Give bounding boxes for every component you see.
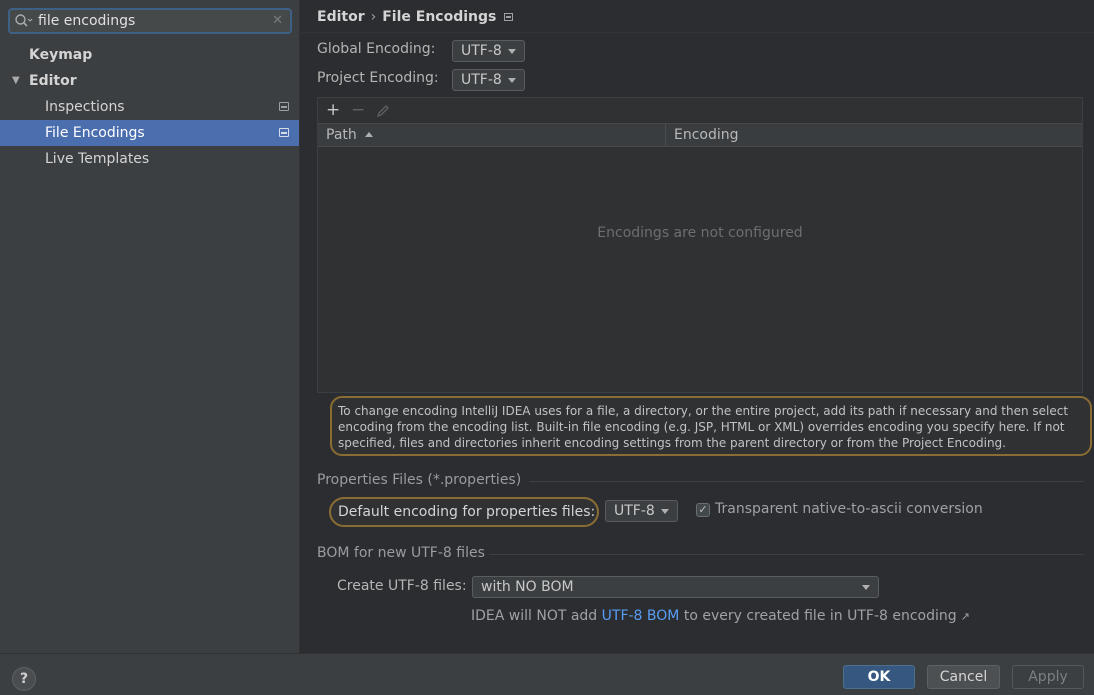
breadcrumb: Editor › File Encodings <box>317 7 514 27</box>
table-header: Path Encoding <box>318 123 1082 147</box>
sidebar-item-label: Keymap <box>29 47 93 63</box>
header-divider <box>301 32 1094 33</box>
group-divider <box>489 554 1084 555</box>
project-settings-icon <box>279 128 289 137</box>
chevron-down-icon <box>508 49 516 54</box>
chevron-down-icon <box>508 78 516 83</box>
column-header-label: Encoding <box>674 127 739 143</box>
sidebar-item-live-templates[interactable]: Live Templates <box>0 146 299 172</box>
breadcrumb-parent[interactable]: Editor <box>317 9 365 25</box>
settings-content: Editor › File Encodings Global Encoding: U… <box>301 0 1094 653</box>
utf8-bom-link[interactable]: UTF-8 BOM <box>602 608 680 624</box>
column-header-path[interactable]: Path <box>318 124 666 146</box>
bom-group-title: BOM for new UTF-8 files <box>317 545 485 561</box>
chevron-down-icon <box>862 585 870 590</box>
help-button[interactable]: ? <box>12 667 36 691</box>
encoding-info-text: To change encoding IntelliJ IDEA uses fo… <box>330 396 1092 456</box>
settings-sidebar: ✕ Keymap ▼ Editor Inspections File Encod… <box>0 0 300 653</box>
native-to-ascii-checkbox[interactable]: ✓ <box>696 503 710 517</box>
edit-icon[interactable] <box>376 103 390 123</box>
sidebar-item-inspections[interactable]: Inspections <box>0 94 299 120</box>
search-icon[interactable] <box>14 13 34 29</box>
properties-group-title: Properties Files (*.properties) <box>317 472 522 488</box>
properties-encoding-value: UTF-8 <box>614 503 655 519</box>
project-settings-icon <box>504 13 514 21</box>
sidebar-item-file-encodings[interactable]: File Encodings <box>0 120 299 146</box>
table-empty-text: Encodings are not configured <box>597 225 803 241</box>
properties-encoding-select[interactable]: UTF-8 <box>605 500 678 522</box>
search-input[interactable] <box>38 12 268 30</box>
cancel-button[interactable]: Cancel <box>927 665 1000 689</box>
bom-note-text: IDEA will NOT add <box>471 608 602 624</box>
ok-button[interactable]: OK <box>843 665 915 689</box>
project-settings-icon <box>279 102 289 111</box>
remove-icon[interactable]: − <box>351 100 365 120</box>
breadcrumb-current: File Encodings <box>382 9 497 25</box>
group-divider <box>529 481 1084 482</box>
column-header-encoding[interactable]: Encoding <box>666 124 1082 146</box>
settings-search-box[interactable]: ✕ <box>8 8 292 34</box>
global-encoding-value: UTF-8 <box>461 43 502 59</box>
chevron-down-icon[interactable]: ▼ <box>12 68 20 94</box>
native-to-ascii-label[interactable]: Transparent native-to-ascii conversion <box>715 501 983 517</box>
sidebar-item-editor[interactable]: ▼ Editor <box>0 68 299 94</box>
global-encoding-label: Global Encoding: <box>317 41 436 57</box>
project-encoding-select[interactable]: UTF-8 <box>452 69 525 91</box>
column-header-label: Path <box>326 127 357 143</box>
clear-search-icon[interactable]: ✕ <box>272 13 283 28</box>
sidebar-item-label: Inspections <box>45 99 125 115</box>
properties-default-encoding-label: Default encoding for properties files: <box>329 497 599 527</box>
bom-note: IDEA will NOT add UTF-8 BOM to every cre… <box>471 608 970 624</box>
external-link-icon[interactable]: ↗ <box>961 610 970 623</box>
create-utf8-label: Create UTF-8 files: <box>337 578 467 594</box>
global-encoding-select[interactable]: UTF-8 <box>452 40 525 62</box>
project-encoding-label: Project Encoding: <box>317 70 439 86</box>
sidebar-item-label: Editor <box>29 73 77 89</box>
sidebar-item-label: File Encodings <box>45 125 145 141</box>
table-toolbar: + − <box>318 98 1082 122</box>
encodings-table-panel: + − Path Encoding Encodings are not conf… <box>317 97 1083 393</box>
add-icon[interactable]: + <box>326 100 340 120</box>
bom-select-value: with NO BOM <box>481 579 574 595</box>
sidebar-item-label: Live Templates <box>45 151 150 167</box>
sidebar-item-keymap[interactable]: Keymap <box>0 42 299 68</box>
apply-button[interactable]: Apply <box>1012 665 1084 689</box>
breadcrumb-separator: › <box>370 9 377 25</box>
chevron-down-icon <box>661 509 669 514</box>
bom-note-text: to every created file in UTF-8 encoding <box>679 608 957 624</box>
bom-select[interactable]: with NO BOM <box>472 576 879 598</box>
sort-ascending-icon <box>364 132 373 137</box>
dialog-footer: ? OK Cancel Apply <box>0 653 1094 695</box>
project-encoding-value: UTF-8 <box>461 72 502 88</box>
